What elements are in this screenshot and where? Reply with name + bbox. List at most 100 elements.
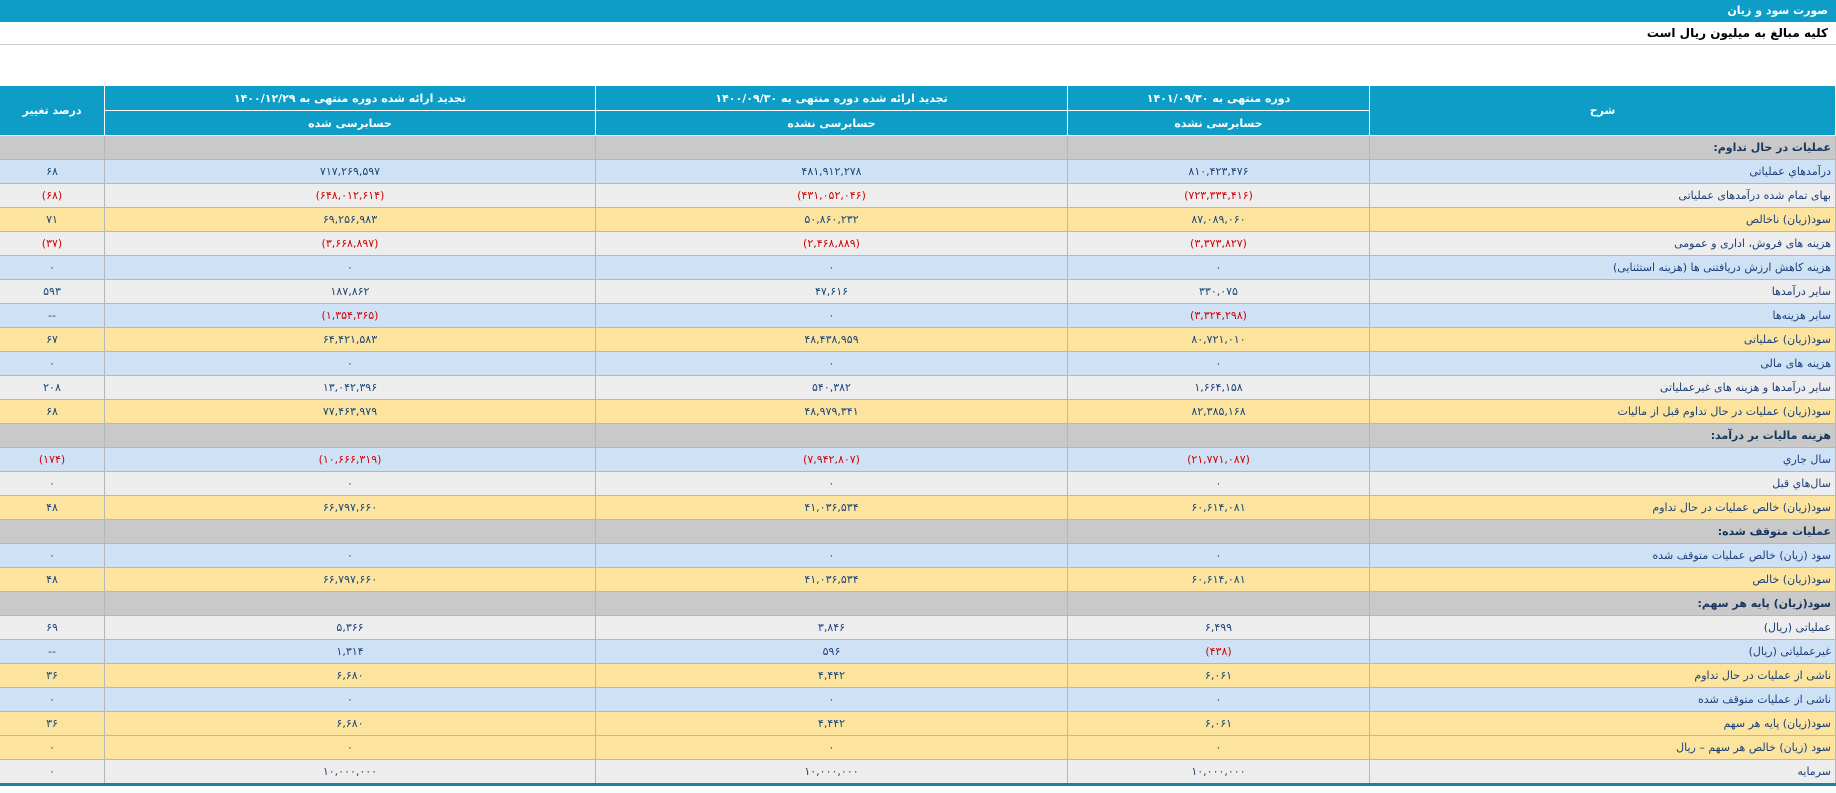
value-restated-quarter: ۳,۸۴۶	[596, 616, 1068, 640]
value-restated-quarter: ۴۸,۴۳۸,۹۵۹	[596, 328, 1068, 352]
row-label: درآمدهاي عملیاتی	[1370, 160, 1836, 184]
value-current-period: ۸۲,۳۸۵,۱۶۸	[1068, 400, 1370, 424]
value-change-percent: ۲۰۸	[0, 376, 105, 400]
value-current-period	[1068, 592, 1370, 616]
value-current-period: ۰	[1068, 688, 1370, 712]
value-change-percent	[0, 424, 105, 448]
table-row: هزینه های فروش، اداری و عمومی(۳,۳۷۳,۸۲۷)…	[0, 232, 1836, 256]
table-row: ناشی از عملیات در حال تداوم۶,۰۶۱۴,۴۴۲۶,۶…	[0, 664, 1836, 688]
row-label: سود(زیان) خالص عملیات در حال تداوم	[1370, 496, 1836, 520]
value-restated-year: ۰	[105, 736, 596, 760]
table-row: بهای تمام شده درآمدهای عملیاتی(۷۲۳,۳۳۴,۴…	[0, 184, 1836, 208]
row-label: ناشی از عملیات در حال تداوم	[1370, 664, 1836, 688]
header-period-current: دوره منتهی به ۱۴۰۱/۰۹/۳۰	[1068, 86, 1370, 111]
value-current-period: ۰	[1068, 736, 1370, 760]
value-current-period: (۲۱,۷۷۱,۰۸۷)	[1068, 448, 1370, 472]
value-restated-year: ۰	[105, 472, 596, 496]
value-restated-year	[105, 520, 596, 544]
table-row: سال‌هاي قبل۰۰۰۰	[0, 472, 1836, 496]
value-current-period: ۱,۶۶۴,۱۵۸	[1068, 376, 1370, 400]
table-row: سایر درآمدها۳۳۰,۰۷۵۴۷,۶۱۶۱۸۷,۸۶۲۵۹۳	[0, 280, 1836, 304]
value-restated-quarter	[596, 592, 1068, 616]
row-label: سایر درآمدها و هزینه های غیرعملیاتی	[1370, 376, 1836, 400]
income-statement-tbody: عملیات در حال تداوم:درآمدهاي عملیاتی۸۱۰,…	[0, 136, 1836, 785]
row-label: عملیاتی (ریال)	[1370, 616, 1836, 640]
value-current-period: ۶۰,۶۱۴,۰۸۱	[1068, 496, 1370, 520]
row-label: سرمایه	[1370, 760, 1836, 785]
value-restated-quarter: (۴۳۱,۰۵۲,۰۴۶)	[596, 184, 1068, 208]
row-label: سال‌هاي قبل	[1370, 472, 1836, 496]
value-restated-year: (۱,۳۵۴,۳۶۵)	[105, 304, 596, 328]
value-restated-year: (۶۴۸,۰۱۲,۶۱۴)	[105, 184, 596, 208]
row-label: هزینه های مالی	[1370, 352, 1836, 376]
row-label: هزینه های فروش، اداری و عمومی	[1370, 232, 1836, 256]
row-label: سود(زیان) ناخالص	[1370, 208, 1836, 232]
value-change-percent: ۵۹۳	[0, 280, 105, 304]
table-row: ناشی از عملیات متوقف شده۰۰۰۰	[0, 688, 1836, 712]
section-row: سود(زیان) پایه هر سهم:	[0, 592, 1836, 616]
table-row: سود(زیان) خالص۶۰,۶۱۴,۰۸۱۴۱,۰۳۶,۵۳۴۶۶,۷۹۷…	[0, 568, 1836, 592]
value-current-period: ۶۰,۶۱۴,۰۸۱	[1068, 568, 1370, 592]
value-change-percent: ۰	[0, 736, 105, 760]
value-restated-quarter: ۴,۴۴۲	[596, 712, 1068, 736]
value-restated-year	[105, 136, 596, 160]
row-label: سود(زیان) پایه هر سهم	[1370, 712, 1836, 736]
value-restated-quarter: ۵۹۶	[596, 640, 1068, 664]
value-change-percent: ۰	[0, 688, 105, 712]
value-change-percent: --	[0, 640, 105, 664]
row-label: بهای تمام شده درآمدهای عملیاتی	[1370, 184, 1836, 208]
value-change-percent: ۰	[0, 760, 105, 785]
value-restated-quarter: ۵۴۰,۳۸۲	[596, 376, 1068, 400]
value-change-percent: ۴۸	[0, 496, 105, 520]
value-current-period: ۰	[1068, 472, 1370, 496]
subheader-unaudited-quarter: حسابرسی نشده	[596, 111, 1068, 136]
row-label: سایر هزینه‌ها	[1370, 304, 1836, 328]
value-current-period: ۳۳۰,۰۷۵	[1068, 280, 1370, 304]
value-restated-year: (۱۰,۶۶۶,۳۱۹)	[105, 448, 596, 472]
row-label: هزینه مالیات بر درآمد:	[1370, 424, 1836, 448]
row-label: سود(زیان) خالص	[1370, 568, 1836, 592]
currency-note: کلیه مبالغ به میلیون ریال است	[0, 22, 1836, 45]
value-change-percent: ۶۸	[0, 160, 105, 184]
value-change-percent	[0, 136, 105, 160]
section-row: عملیات متوقف شده:	[0, 520, 1836, 544]
value-restated-year	[105, 424, 596, 448]
header-period-restated-quarter: تجدید ارائه شده دوره منتهی به ۱۴۰۰/۰۹/۳۰	[596, 86, 1068, 111]
income-statement-table: شرح دوره منتهی به ۱۴۰۱/۰۹/۳۰ تجدید ارائه…	[0, 85, 1836, 786]
value-current-period: ۸۱۰,۴۲۳,۴۷۶	[1068, 160, 1370, 184]
value-restated-quarter: ۴,۴۴۲	[596, 664, 1068, 688]
value-restated-quarter: (۲,۴۶۸,۸۸۹)	[596, 232, 1068, 256]
value-current-period: ۰	[1068, 256, 1370, 280]
value-restated-year: (۳,۶۶۸,۸۹۷)	[105, 232, 596, 256]
value-change-percent: ۷۱	[0, 208, 105, 232]
table-row: غیرعملیاتی (ریال)(۴۳۸)۵۹۶۱,۳۱۴--	[0, 640, 1836, 664]
table-row: سایر درآمدها و هزینه های غیرعملیاتی۱,۶۶۴…	[0, 376, 1836, 400]
table-row: عملیاتی (ریال)۶,۴۹۹۳,۸۴۶۵,۳۶۶۶۹	[0, 616, 1836, 640]
row-label: سود(زیان) عملیاتی	[1370, 328, 1836, 352]
value-current-period: (۷۲۳,۳۳۴,۴۱۶)	[1068, 184, 1370, 208]
value-current-period: ۶,۰۶۱	[1068, 664, 1370, 688]
row-label: سود (زیان) خالص عملیات متوقف شده	[1370, 544, 1836, 568]
value-change-percent: (۱۷۴)	[0, 448, 105, 472]
value-current-period: ۸۷,۰۸۹,۰۶۰	[1068, 208, 1370, 232]
value-current-period: ۶,۰۶۱	[1068, 712, 1370, 736]
value-restated-quarter: ۰	[596, 688, 1068, 712]
value-change-percent: ۳۶	[0, 712, 105, 736]
table-row: سال جاري(۲۱,۷۷۱,۰۸۷)(۷,۹۴۲,۸۰۷)(۱۰,۶۶۶,۳…	[0, 448, 1836, 472]
table-row: سود(زیان) پایه هر سهم۶,۰۶۱۴,۴۴۲۶,۶۸۰۳۶	[0, 712, 1836, 736]
value-change-percent: ۶۹	[0, 616, 105, 640]
value-restated-year: ۵,۳۶۶	[105, 616, 596, 640]
value-restated-quarter: ۱۰,۰۰۰,۰۰۰	[596, 760, 1068, 785]
row-label: سود(زیان) عملیات در حال تداوم قبل از مال…	[1370, 400, 1836, 424]
value-current-period	[1068, 424, 1370, 448]
value-restated-quarter: ۰	[596, 352, 1068, 376]
value-restated-year: ۷۷,۴۶۳,۹۷۹	[105, 400, 596, 424]
table-header: شرح دوره منتهی به ۱۴۰۱/۰۹/۳۰ تجدید ارائه…	[0, 86, 1836, 136]
row-label: هزینه کاهش ارزش دریافتنی ها (هزینه استثن…	[1370, 256, 1836, 280]
table-row: سود (زیان) خالص عملیات متوقف شده۰۰۰۰	[0, 544, 1836, 568]
row-label: غیرعملیاتی (ریال)	[1370, 640, 1836, 664]
value-restated-year: ۰	[105, 544, 596, 568]
row-label: سود(زیان) پایه هر سهم:	[1370, 592, 1836, 616]
value-restated-year: ۰	[105, 256, 596, 280]
value-current-period: ۰	[1068, 352, 1370, 376]
